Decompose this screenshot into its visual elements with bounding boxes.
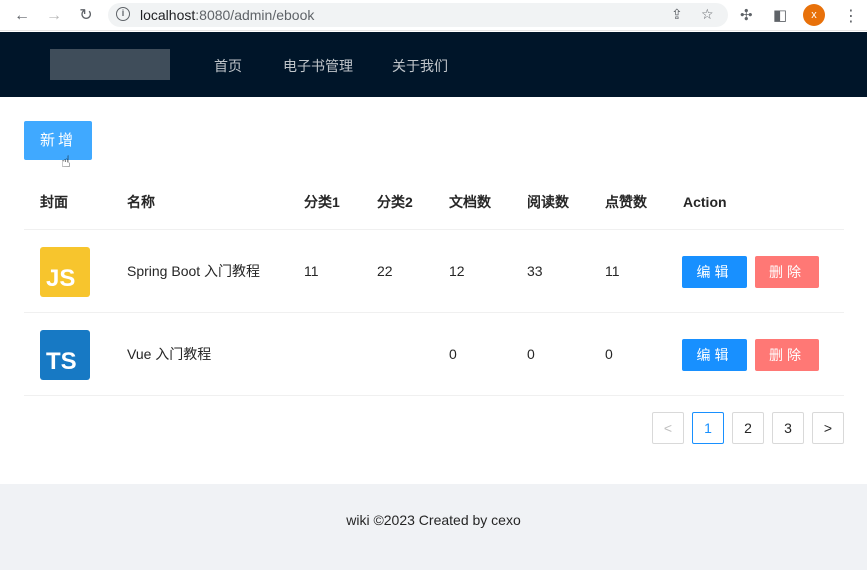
column-header-category2: 分类2	[377, 194, 413, 210]
ebook-name: Spring Boot 入门教程	[127, 263, 261, 279]
hand-cursor-icon: ☝	[61, 154, 71, 171]
url-path: :8080/admin/ebook	[195, 7, 315, 23]
pagination-page-1[interactable]: 1	[692, 412, 724, 444]
url-host: localhost	[140, 7, 196, 23]
column-header-category1: 分类1	[304, 194, 340, 210]
vote-count-value: 11	[605, 263, 620, 279]
column-header-view-count: 阅读数	[527, 194, 569, 210]
app-header: 首页 电子书管理 关于我们	[0, 32, 867, 97]
share-icon[interactable]: ⇪	[671, 6, 683, 23]
column-header-doc-count: 文档数	[449, 194, 491, 210]
pagination-prev[interactable]: <	[652, 412, 684, 444]
doc-count-value: 0	[449, 346, 457, 362]
edit-button[interactable]: 编辑	[682, 256, 747, 288]
vote-count-value: 0	[605, 346, 613, 362]
browser-toolbar: ← → ↻ i localhost:8080/admin/ebook ⇪ ☆ ✣…	[0, 0, 867, 31]
bookmark-star-icon[interactable]: ☆	[701, 6, 714, 23]
pagination-next[interactable]: >	[812, 412, 844, 444]
more-menu-icon[interactable]: ⋮	[843, 6, 859, 26]
menu-item-about[interactable]: 关于我们	[392, 56, 448, 76]
view-count-value: 33	[527, 263, 543, 279]
table-row: TS Vue 入门教程 0 0 0 编辑 删除	[24, 313, 844, 396]
address-bar[interactable]: i localhost:8080/admin/ebook ⇪ ☆	[108, 3, 728, 27]
cover-image: JS	[40, 247, 90, 297]
table-row: JS Spring Boot 入门教程 11 22 12 33 11 编辑 删除	[24, 230, 844, 313]
ebook-name: Vue 入门教程	[127, 346, 212, 362]
column-header-name: 名称	[127, 194, 155, 210]
menu-item-home[interactable]: 首页	[214, 56, 242, 76]
menu-item-ebook-admin[interactable]: 电子书管理	[283, 56, 353, 76]
footer: wiki ©2023 Created by cexo	[0, 484, 867, 570]
column-header-vote-count: 点赞数	[605, 194, 647, 210]
doc-count-value: 12	[449, 263, 465, 279]
forward-arrow-icon[interactable]: →	[44, 6, 64, 26]
delete-button[interactable]: 删除	[755, 256, 819, 288]
side-panel-icon[interactable]: ◧	[773, 6, 787, 24]
delete-button[interactable]: 删除	[755, 339, 819, 371]
url-text: localhost:8080/admin/ebook	[140, 7, 314, 23]
add-button[interactable]: 新增	[24, 121, 92, 160]
category2-value: 22	[377, 263, 393, 279]
pagination-page-3[interactable]: 3	[772, 412, 804, 444]
pagination-page-2[interactable]: 2	[732, 412, 764, 444]
reload-icon[interactable]: ↻	[76, 6, 96, 26]
edit-button[interactable]: 编辑	[682, 339, 747, 371]
column-header-cover: 封面	[40, 194, 68, 210]
view-count-value: 0	[527, 346, 535, 362]
category1-value: 11	[304, 263, 319, 279]
profile-avatar[interactable]: x	[803, 4, 825, 26]
cover-image: TS	[40, 330, 90, 380]
footer-text: wiki ©2023 Created by cexo	[346, 512, 521, 528]
site-info-icon[interactable]: i	[116, 7, 130, 21]
column-header-action: Action	[683, 194, 727, 210]
back-arrow-icon[interactable]: ←	[12, 6, 32, 26]
extensions-puzzle-icon[interactable]: ✣	[740, 6, 753, 24]
logo	[50, 49, 170, 80]
